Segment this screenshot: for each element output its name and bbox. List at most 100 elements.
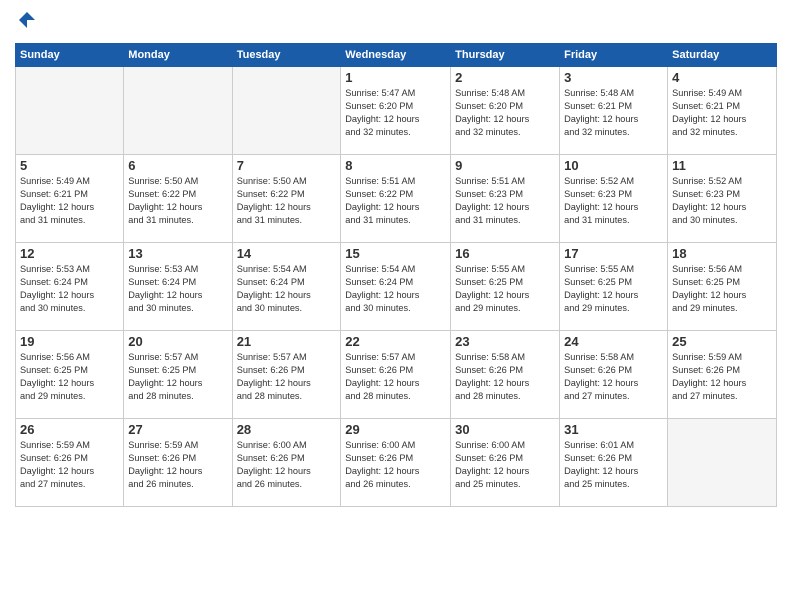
day-cell	[668, 419, 777, 507]
day-number: 9	[455, 158, 555, 173]
week-row-1: 5Sunrise: 5:49 AM Sunset: 6:21 PM Daylig…	[16, 155, 777, 243]
day-number: 24	[564, 334, 663, 349]
day-number: 20	[128, 334, 227, 349]
weekday-tuesday: Tuesday	[232, 44, 341, 67]
day-number: 17	[564, 246, 663, 261]
day-info: Sunrise: 5:47 AM Sunset: 6:20 PM Dayligh…	[345, 87, 446, 139]
day-number: 10	[564, 158, 663, 173]
day-number: 3	[564, 70, 663, 85]
day-info: Sunrise: 5:50 AM Sunset: 6:22 PM Dayligh…	[128, 175, 227, 227]
day-number: 28	[237, 422, 337, 437]
day-info: Sunrise: 5:56 AM Sunset: 6:25 PM Dayligh…	[20, 351, 119, 403]
day-cell: 20 Sunrise: 5:57 AM Sunset: 6:25 PM Dayli…	[124, 331, 232, 419]
day-number: 25	[672, 334, 772, 349]
day-info: Sunrise: 5:57 AM Sunset: 6:25 PM Dayligh…	[128, 351, 227, 403]
week-row-3: 19 Sunrise: 5:56 AM Sunset: 6:25 PM Dayli…	[16, 331, 777, 419]
day-number: 6	[128, 158, 227, 173]
day-number: 2	[455, 70, 555, 85]
logo-text	[15, 10, 37, 35]
day-info: Sunrise: 5:57 AM Sunset: 6:26 PM Dayligh…	[237, 351, 337, 403]
day-number: 13	[128, 246, 227, 261]
day-info: Sunrise: 6:00 AM Sunset: 6:26 PM Dayligh…	[345, 439, 446, 491]
day-number: 1	[345, 70, 446, 85]
day-cell: 29 Sunrise: 6:00 AM Sunset: 6:26 PM Dayli…	[341, 419, 451, 507]
day-cell: 4 Sunrise: 5:49 AM Sunset: 6:21 PM Daylig…	[668, 67, 777, 155]
day-info: Sunrise: 5:59 AM Sunset: 6:26 PM Dayligh…	[20, 439, 119, 491]
weekday-header-row: SundayMondayTuesdayWednesdayThursdayFrid…	[16, 44, 777, 67]
day-cell	[232, 67, 341, 155]
page-header	[15, 10, 777, 35]
week-row-2: 12 Sunrise: 5:53 AM Sunset: 6:24 PM Dayli…	[16, 243, 777, 331]
day-info: Sunrise: 6:00 AM Sunset: 6:26 PM Dayligh…	[455, 439, 555, 491]
day-info: Sunrise: 5:48 AM Sunset: 6:21 PM Dayligh…	[564, 87, 663, 139]
day-info: Sunrise: 6:00 AM Sunset: 6:26 PM Dayligh…	[237, 439, 337, 491]
day-cell	[124, 67, 232, 155]
day-info: Sunrise: 5:53 AM Sunset: 6:24 PM Dayligh…	[128, 263, 227, 315]
day-info: Sunrise: 5:52 AM Sunset: 6:23 PM Dayligh…	[672, 175, 772, 227]
day-cell: 30 Sunrise: 6:00 AM Sunset: 6:26 PM Dayli…	[451, 419, 560, 507]
day-cell: 21 Sunrise: 5:57 AM Sunset: 6:26 PM Dayli…	[232, 331, 341, 419]
day-info: Sunrise: 5:53 AM Sunset: 6:24 PM Dayligh…	[20, 263, 119, 315]
day-cell: 28 Sunrise: 6:00 AM Sunset: 6:26 PM Dayli…	[232, 419, 341, 507]
day-info: Sunrise: 5:52 AM Sunset: 6:23 PM Dayligh…	[564, 175, 663, 227]
weekday-wednesday: Wednesday	[341, 44, 451, 67]
day-info: Sunrise: 5:54 AM Sunset: 6:24 PM Dayligh…	[237, 263, 337, 315]
day-number: 21	[237, 334, 337, 349]
day-cell: 7 Sunrise: 5:50 AM Sunset: 6:22 PM Daylig…	[232, 155, 341, 243]
day-cell: 15 Sunrise: 5:54 AM Sunset: 6:24 PM Dayli…	[341, 243, 451, 331]
day-info: Sunrise: 5:55 AM Sunset: 6:25 PM Dayligh…	[455, 263, 555, 315]
day-cell: 10 Sunrise: 5:52 AM Sunset: 6:23 PM Dayli…	[560, 155, 668, 243]
day-cell: 25Sunrise: 5:59 AM Sunset: 6:26 PM Dayli…	[668, 331, 777, 419]
day-number: 31	[564, 422, 663, 437]
day-number: 4	[672, 70, 772, 85]
week-row-4: 26 Sunrise: 5:59 AM Sunset: 6:26 PM Dayli…	[16, 419, 777, 507]
day-info: Sunrise: 5:54 AM Sunset: 6:24 PM Dayligh…	[345, 263, 446, 315]
day-number: 15	[345, 246, 446, 261]
day-cell: 13 Sunrise: 5:53 AM Sunset: 6:24 PM Dayli…	[124, 243, 232, 331]
day-info: Sunrise: 5:49 AM Sunset: 6:21 PM Dayligh…	[672, 87, 772, 139]
weekday-saturday: Saturday	[668, 44, 777, 67]
day-cell: 11 Sunrise: 5:52 AM Sunset: 6:23 PM Dayli…	[668, 155, 777, 243]
day-number: 7	[237, 158, 337, 173]
day-number: 19	[20, 334, 119, 349]
weekday-sunday: Sunday	[16, 44, 124, 67]
day-number: 16	[455, 246, 555, 261]
weekday-monday: Monday	[124, 44, 232, 67]
day-info: Sunrise: 5:51 AM Sunset: 6:22 PM Dayligh…	[345, 175, 446, 227]
day-cell: 6 Sunrise: 5:50 AM Sunset: 6:22 PM Daylig…	[124, 155, 232, 243]
day-cell: 12 Sunrise: 5:53 AM Sunset: 6:24 PM Dayli…	[16, 243, 124, 331]
calendar-table: SundayMondayTuesdayWednesdayThursdayFrid…	[15, 43, 777, 507]
day-cell: 1 Sunrise: 5:47 AM Sunset: 6:20 PM Daylig…	[341, 67, 451, 155]
day-info: Sunrise: 5:58 AM Sunset: 6:26 PM Dayligh…	[564, 351, 663, 403]
day-info: Sunrise: 5:50 AM Sunset: 6:22 PM Dayligh…	[237, 175, 337, 227]
day-number: 8	[345, 158, 446, 173]
logo-icon	[17, 10, 37, 30]
weekday-friday: Friday	[560, 44, 668, 67]
weekday-thursday: Thursday	[451, 44, 560, 67]
calendar-page: SundayMondayTuesdayWednesdayThursdayFrid…	[0, 0, 792, 612]
day-cell: 23Sunrise: 5:58 AM Sunset: 6:26 PM Dayli…	[451, 331, 560, 419]
day-number: 27	[128, 422, 227, 437]
day-number: 26	[20, 422, 119, 437]
day-cell: 24 Sunrise: 5:58 AM Sunset: 6:26 PM Dayli…	[560, 331, 668, 419]
day-cell: 31Sunrise: 6:01 AM Sunset: 6:26 PM Dayli…	[560, 419, 668, 507]
day-number: 18	[672, 246, 772, 261]
day-cell: 17 Sunrise: 5:55 AM Sunset: 6:25 PM Dayli…	[560, 243, 668, 331]
logo	[15, 10, 37, 35]
day-cell: 22 Sunrise: 5:57 AM Sunset: 6:26 PM Dayli…	[341, 331, 451, 419]
day-number: 23	[455, 334, 555, 349]
week-row-0: 1 Sunrise: 5:47 AM Sunset: 6:20 PM Daylig…	[16, 67, 777, 155]
day-info: Sunrise: 5:55 AM Sunset: 6:25 PM Dayligh…	[564, 263, 663, 315]
day-number: 29	[345, 422, 446, 437]
day-cell: 8 Sunrise: 5:51 AM Sunset: 6:22 PM Daylig…	[341, 155, 451, 243]
day-number: 5	[20, 158, 119, 173]
day-cell: 16 Sunrise: 5:55 AM Sunset: 6:25 PM Dayli…	[451, 243, 560, 331]
day-number: 22	[345, 334, 446, 349]
day-number: 11	[672, 158, 772, 173]
day-number: 14	[237, 246, 337, 261]
day-cell: 27Sunrise: 5:59 AM Sunset: 6:26 PM Dayli…	[124, 419, 232, 507]
day-cell: 5Sunrise: 5:49 AM Sunset: 6:21 PM Daylig…	[16, 155, 124, 243]
day-number: 12	[20, 246, 119, 261]
day-info: Sunrise: 5:57 AM Sunset: 6:26 PM Dayligh…	[345, 351, 446, 403]
day-number: 30	[455, 422, 555, 437]
